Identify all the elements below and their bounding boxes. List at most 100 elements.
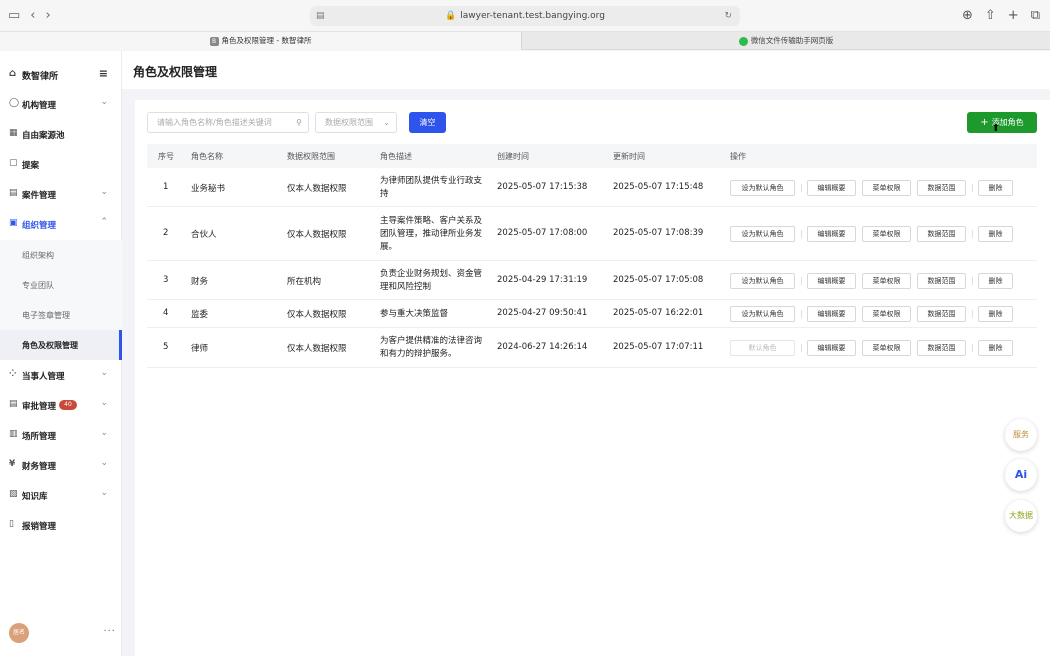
delete-button[interactable]: 删除 bbox=[978, 273, 1013, 289]
lock-icon: 🔒 bbox=[445, 11, 457, 21]
sidebar-subitem-label: 角色及权限管理 bbox=[22, 341, 78, 350]
chevron-down-icon: ⌄ bbox=[100, 458, 108, 468]
case-icon: ▤ bbox=[9, 188, 18, 198]
clear-button[interactable]: 清空 bbox=[409, 112, 446, 133]
set-default-role-button[interactable]: 设为默认角色 bbox=[730, 306, 795, 322]
header-updated: 更新时间 bbox=[613, 152, 645, 161]
site-favicon-icon: B bbox=[209, 36, 219, 46]
tab-wechat-file[interactable]: 微信文件传输助手网页版 bbox=[522, 32, 1050, 50]
cell-name: 律师 bbox=[191, 344, 209, 354]
chevron-down-icon: ⌄ bbox=[100, 368, 108, 378]
scope-placeholder: 数据权限范围 bbox=[325, 118, 373, 127]
sidebar-item-finance[interactable]: ¥ 财务管理 ⌄ bbox=[0, 450, 122, 480]
sidebar-toggle-icon[interactable]: ▭ bbox=[8, 8, 20, 24]
bigdata-float-button[interactable]: 大数据 bbox=[1005, 500, 1037, 532]
site-settings-icon[interactable]: ▤ bbox=[316, 6, 325, 26]
download-icon[interactable]: ⊕ bbox=[962, 8, 973, 23]
address-bar[interactable]: ▤ 🔒 lawyer-tenant.test.bangying.org ↻ bbox=[310, 6, 740, 26]
cell-desc: 为律师团队提供专业行政支持 bbox=[380, 176, 483, 199]
sidebar-item-case-pool[interactable]: ▦ 自由案源池 bbox=[0, 119, 122, 149]
sidebar-item-label: 自由案源池 bbox=[22, 131, 65, 141]
table-row: 4 监委 仅本人数据权限 参与重大决策监督 2025-04-27 09:50:41 202… bbox=[147, 300, 1037, 328]
edit-summary-button[interactable]: 编辑概要 bbox=[807, 340, 856, 356]
sidebar-item-proposal[interactable]: ▢ 提案 bbox=[0, 149, 122, 179]
browser-nav: ▭ ‹ › bbox=[8, 8, 51, 24]
back-icon[interactable]: ‹ bbox=[30, 8, 35, 24]
set-default-role-button[interactable]: 设为默认角色 bbox=[730, 273, 795, 289]
edit-summary-button[interactable]: 编辑概要 bbox=[807, 226, 856, 242]
header-name: 角色名称 bbox=[191, 152, 223, 161]
sidebar-item-client-management[interactable]: ⁘ 当事人管理 ⌄ bbox=[0, 360, 122, 390]
edit-summary-button[interactable]: 编辑概要 bbox=[807, 306, 856, 322]
cell-created: 2025-05-07 17:15:38 bbox=[497, 182, 588, 192]
search-input[interactable]: 请输入角色名称/角色描述关键词 ⚲ bbox=[147, 112, 309, 133]
edit-summary-button[interactable]: 编辑概要 bbox=[807, 273, 856, 289]
square-icon: ▢ bbox=[9, 158, 18, 168]
data-scope-button[interactable]: 数据范围 bbox=[917, 306, 966, 322]
cell-created: 2025-04-27 09:50:41 bbox=[497, 308, 588, 318]
page-header: 角色及权限管理 bbox=[122, 51, 1050, 89]
service-float-button[interactable]: 服务 bbox=[1005, 419, 1037, 451]
delete-button[interactable]: 删除 bbox=[978, 306, 1013, 322]
sidebar-subitem-e-signature[interactable]: 电子签章管理 bbox=[0, 300, 122, 330]
set-default-role-button[interactable]: 设为默认角色 bbox=[730, 180, 795, 196]
menu-permissions-button[interactable]: 菜单权限 bbox=[862, 226, 911, 242]
more-icon[interactable]: ··· bbox=[103, 626, 116, 637]
data-scope-button[interactable]: 数据范围 bbox=[917, 340, 966, 356]
data-scope-button[interactable]: 数据范围 bbox=[917, 180, 966, 196]
cell-created: 2024-06-27 14:26:14 bbox=[497, 342, 588, 352]
data-scope-button[interactable]: 数据范围 bbox=[917, 273, 966, 289]
cell-index: 3 bbox=[163, 275, 169, 285]
sidebar-item-organization[interactable]: ▣ 组织管理 ⌃ bbox=[0, 209, 122, 239]
sidebar-subitem-professional-team[interactable]: 专业团队 bbox=[0, 270, 122, 300]
cell-scope: 仅本人数据权限 bbox=[287, 310, 347, 320]
sidebar-item-knowledge[interactable]: ▧ 知识库 ⌄ bbox=[0, 480, 122, 510]
cell-index: 2 bbox=[163, 228, 169, 238]
add-role-button[interactable]: + 添加角色 bbox=[967, 112, 1037, 133]
action-divider bbox=[801, 310, 802, 318]
menu-permissions-button[interactable]: 菜单权限 bbox=[862, 340, 911, 356]
delete-button[interactable]: 删除 bbox=[978, 180, 1013, 196]
clipboard-icon: ▯ bbox=[9, 519, 14, 529]
sidebar-subitem-label: 电子签章管理 bbox=[22, 311, 70, 320]
menu-icon[interactable]: ≡ bbox=[99, 67, 108, 80]
sidebar-subitem-org-structure[interactable]: 组织架构 bbox=[0, 240, 122, 270]
avatar[interactable]: 居名 bbox=[9, 623, 29, 643]
cell-scope: 仅本人数据权限 bbox=[287, 184, 347, 194]
set-default-role-button[interactable]: 设为默认角色 bbox=[730, 226, 795, 242]
building-icon: ▥ bbox=[9, 429, 18, 439]
content-panel: 请输入角色名称/角色描述关键词 ⚲ 数据权限范围 ⌄ 清空 + 添加角色 ⬆ 序号… bbox=[135, 100, 1050, 656]
approval-count-badge: 40 bbox=[59, 400, 77, 410]
tab-overview-icon[interactable]: ⧉ bbox=[1031, 8, 1040, 23]
menu-permissions-button[interactable]: 菜单权限 bbox=[862, 180, 911, 196]
sidebar-item-case-management[interactable]: ▤ 案件管理 ⌄ bbox=[0, 179, 122, 209]
data-scope-button[interactable]: 数据范围 bbox=[917, 226, 966, 242]
header-scope: 数据权限范围 bbox=[287, 152, 335, 161]
sidebar-item-venue[interactable]: ▥ 场所管理 ⌄ bbox=[0, 420, 122, 450]
menu-permissions-button[interactable]: 菜单权限 bbox=[862, 306, 911, 322]
forward-icon[interactable]: › bbox=[46, 8, 51, 24]
ai-float-button[interactable]: Ai bbox=[1005, 459, 1037, 491]
sidebar-subitem-label: 专业团队 bbox=[22, 281, 54, 290]
delete-button[interactable]: 删除 bbox=[978, 340, 1013, 356]
scope-select[interactable]: 数据权限范围 ⌄ bbox=[315, 112, 397, 133]
sidebar-brand[interactable]: ⌂ 数智律所 ≡ bbox=[0, 63, 122, 85]
sidebar-item-reimbursement[interactable]: ▯ 报销管理 bbox=[0, 510, 122, 540]
sidebar-subitem-role-permissions[interactable]: 角色及权限管理 bbox=[0, 330, 122, 360]
new-tab-icon[interactable]: + bbox=[1008, 8, 1019, 23]
page-title: 角色及权限管理 bbox=[133, 65, 218, 79]
reload-icon[interactable]: ↻ bbox=[724, 6, 732, 26]
delete-button[interactable]: 删除 bbox=[978, 226, 1013, 242]
edit-summary-button[interactable]: 编辑概要 bbox=[807, 180, 856, 196]
chevron-down-icon: ⌄ bbox=[383, 118, 390, 127]
sidebar-item-approval[interactable]: ▤ 审批管理 40 ⌄ bbox=[0, 390, 122, 420]
cell-updated: 2025-05-07 17:05:08 bbox=[613, 275, 704, 285]
sidebar-item-org-management[interactable]: ◯ 机构管理 ⌄ bbox=[0, 89, 122, 119]
menu-permissions-button[interactable]: 菜单权限 bbox=[862, 273, 911, 289]
action-divider bbox=[972, 277, 973, 285]
tab-role-management[interactable]: B 角色及权限管理 - 数智律所 bbox=[0, 32, 522, 50]
search-icon[interactable]: ⚲ bbox=[296, 113, 302, 132]
action-divider bbox=[801, 277, 802, 285]
share-icon[interactable]: ⇧ bbox=[985, 8, 996, 23]
browser-actions: ⊕ ⇧ + ⧉ bbox=[962, 8, 1040, 23]
